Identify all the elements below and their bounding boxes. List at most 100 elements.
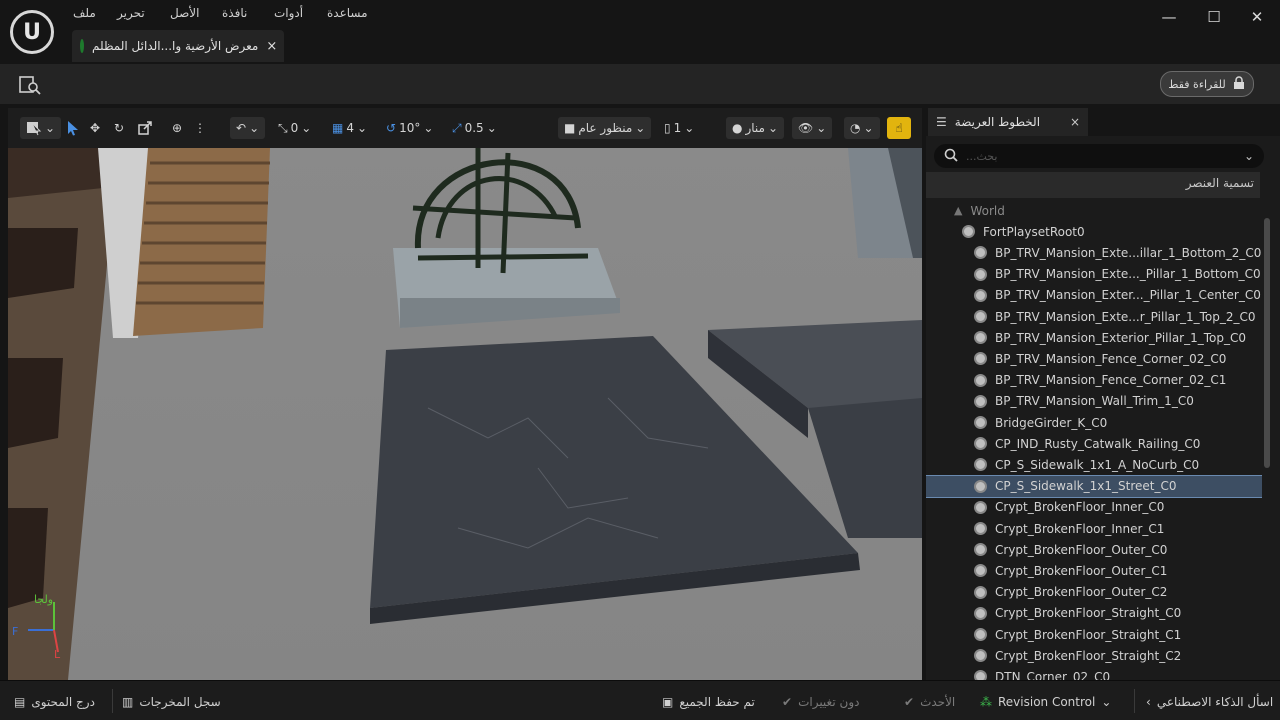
outliner-row-label: BP_TRV_Mansion_Wall_Trim_1_C0 xyxy=(995,394,1194,409)
level-tab[interactable]: معرض الأرضية وا...الدائل المظلم × xyxy=(72,30,284,62)
outliner-row-label: BP_TRV_Mansion_Fence_Corner_02_C1 xyxy=(995,373,1227,388)
outliner-tree: ▲ World FortPlaysetRoot0 BP_TRV_Mansion_Ext… xyxy=(926,200,1262,686)
outliner-row[interactable]: Crypt_BrokenFloor_Straight_C1 xyxy=(926,624,1262,645)
axis-x-label: F xyxy=(12,625,18,638)
outliner-row[interactable]: CP_IND_Rusty_Catwalk_Railing_C0 xyxy=(926,433,1262,454)
more-options-icon[interactable]: ⋮ xyxy=(194,117,206,139)
outliner-row[interactable]: BP_TRV_Mansion_Exte...illar_1_Bottom_2_C… xyxy=(926,242,1262,263)
outliner-row-label: Crypt_BrokenFloor_Straight_C2 xyxy=(995,648,1182,663)
close-tab-icon[interactable]: × xyxy=(266,39,277,54)
scale-tool-icon[interactable] xyxy=(138,117,152,139)
menu-help[interactable]: مساعدة xyxy=(327,6,368,20)
outliner-row[interactable]: BridgeGirder_K_C0 xyxy=(926,412,1262,433)
rotate-tool-icon[interactable]: ↻ xyxy=(114,117,124,139)
performance-button[interactable]: ◔ ⌄ xyxy=(844,117,880,139)
world-space-icon[interactable]: ⊕ xyxy=(172,117,182,139)
camera-speed-icon: ▯ xyxy=(664,121,671,135)
actor-icon xyxy=(974,437,987,451)
rotation-snap-button[interactable]: ↺ 10° ⌄ xyxy=(386,117,433,139)
show-flags-button[interactable]: 👁 ⌄ xyxy=(792,117,833,139)
save-all-label: تم حفظ الجميع xyxy=(679,695,755,709)
level-viewport[interactable]: ولجا F L xyxy=(8,108,922,680)
move-tool-icon[interactable]: ✥ xyxy=(90,117,100,139)
outliner-row[interactable]: Crypt_BrokenFloor_Outer_C0 xyxy=(926,539,1262,560)
outliner-row[interactable]: BP_TRV_Mansion_Wall_Trim_1_C0 xyxy=(926,391,1262,412)
grid-snap-button[interactable]: ⤡ 0 ⌄ xyxy=(278,117,311,139)
actor-icon xyxy=(974,394,987,408)
camera-speed-button[interactable]: ▯ 1 ⌄ xyxy=(664,117,694,139)
outliner-row[interactable]: BP_TRV_Mansion_Exter..._Pillar_1_Center_… xyxy=(926,285,1262,306)
lit-mode-button[interactable]: ● منار ⌄ xyxy=(726,117,785,139)
close-outliner-icon[interactable]: × xyxy=(1070,115,1080,129)
browse-level-icon[interactable] xyxy=(18,74,42,96)
column-header-label: تسمية العنصر xyxy=(1185,176,1254,190)
ai-assistant-label: اسأل الذكاء الاصطناعي xyxy=(1156,695,1274,709)
filter-chevron-icon[interactable]: ⌄ xyxy=(1244,149,1254,163)
outliner-row[interactable]: BP_TRV_Mansion_Exte...r_Pillar_1_Top_2_C… xyxy=(926,306,1262,327)
outliner-row-label: Crypt_BrokenFloor_Outer_C0 xyxy=(995,542,1168,557)
latest-button[interactable]: ✔ الأحدث xyxy=(904,692,955,712)
outliner-search-input[interactable]: بحث... ⌄ xyxy=(934,144,1264,168)
minimize-button[interactable]: — xyxy=(1158,6,1180,28)
outliner-row[interactable]: Crypt_BrokenFloor_Inner_C1 xyxy=(926,518,1262,539)
scale-snap-value: 0.5 xyxy=(464,121,484,135)
outliner-row[interactable]: Crypt_BrokenFloor_Outer_C1 xyxy=(926,560,1262,581)
select-tool-icon[interactable] xyxy=(66,117,80,139)
outliner-row[interactable]: Crypt_BrokenFloor_Straight_C2 xyxy=(926,645,1262,666)
chevron-down-icon: ⌄ xyxy=(684,121,695,135)
menu-asset[interactable]: الأصل xyxy=(170,6,199,20)
grid-size-value: 4 xyxy=(346,121,354,135)
menu-window[interactable]: نافذة xyxy=(222,6,247,20)
actor-icon xyxy=(974,649,987,663)
menu-tools[interactable]: أدوات xyxy=(274,6,303,20)
outliner-panel: ☰ الخطوط العريضة × بحث... ⌄ تسمية العنصر… xyxy=(926,108,1280,686)
perspective-button[interactable]: ■ منظور عام ⌄ xyxy=(558,117,652,139)
menu-edit[interactable]: تحرير xyxy=(117,6,145,20)
scale-snap-button[interactable]: ⤢ 0.5 ⌄ xyxy=(452,117,497,139)
outliner-row[interactable]: Crypt_BrokenFloor_Inner_C0 xyxy=(926,497,1262,518)
save-all-button[interactable]: ▣ تم حفظ الجميع xyxy=(662,692,755,712)
outliner-scrollbar[interactable] xyxy=(1264,218,1270,468)
pointer-icon: ☝ xyxy=(895,121,903,135)
close-window-button[interactable]: ✕ xyxy=(1246,6,1268,28)
outliner-row[interactable]: CP_S_Sidewalk_1x1_A_NoCurb_C0 xyxy=(926,454,1262,475)
outliner-row[interactable]: CP_S_Sidewalk_1x1_Street_C0 xyxy=(926,474,1262,498)
maximize-button[interactable]: ☐ xyxy=(1203,6,1225,28)
actor-icon xyxy=(974,585,987,599)
outliner-row-label: BridgeGirder_K_C0 xyxy=(995,415,1108,430)
realtime-toggle-button[interactable]: ☝ xyxy=(887,117,911,139)
outliner-row-label: Crypt_BrokenFloor_Straight_C0 xyxy=(995,606,1182,621)
outliner-row[interactable]: Crypt_BrokenFloor_Straight_C0 xyxy=(926,603,1262,624)
unreal-logo-icon[interactable]: U xyxy=(10,10,54,54)
content-drawer-button[interactable]: ▤ درج المحتوى xyxy=(14,692,95,712)
outliner-row[interactable]: ▲ World xyxy=(926,200,1262,221)
lit-mode-label: منار xyxy=(745,121,765,135)
surface-snap-button[interactable]: ↶ ⌄ xyxy=(230,117,266,139)
grid-size-button[interactable]: ▦ 4 ⌄ xyxy=(332,117,367,139)
output-log-button[interactable]: ▥ سجل المخرجات xyxy=(122,692,221,712)
outliner-row-label: BP_TRV_Mansion_Exterior_Pillar_1_Top_C0 xyxy=(995,330,1247,345)
outliner-row[interactable]: BP_TRV_Mansion_Fence_Corner_02_C1 xyxy=(926,370,1262,391)
chevron-down-icon: ⌄ xyxy=(356,121,368,135)
outliner-tab[interactable]: ☰ الخطوط العريضة × xyxy=(928,108,1088,136)
latest-label: الأحدث xyxy=(920,695,956,709)
revision-control-button[interactable]: ⁂ Revision Control ⌄ xyxy=(980,692,1111,712)
outliner-row[interactable]: BP_TRV_Mansion_Fence_Corner_02_C0 xyxy=(926,348,1262,369)
outliner-row-label: BP_TRV_Mansion_Fence_Corner_02_C0 xyxy=(995,351,1227,366)
viewport-toolbar: ⌄ ✥ ↻ ⊕ ⋮ ↶ ⌄ ⤡ 0 ⌄ ▦ 4 ⌄ ↺ 10° ⌄ ⤢ 0.5 … xyxy=(8,108,922,148)
actor-icon xyxy=(974,373,987,387)
ai-assistant-button[interactable]: ‹ اسأل الذكاء الاصطناعي xyxy=(1146,692,1273,712)
outliner-row[interactable]: BP_TRV_Mansion_Exterior_Pillar_1_Top_C0 xyxy=(926,327,1262,348)
output-log-label: سجل المخرجات xyxy=(139,695,221,709)
viewport-options-button[interactable]: ⌄ xyxy=(20,117,62,139)
surface-snap-icon: ↶ xyxy=(236,121,247,135)
outliner-row[interactable]: FortPlaysetRoot0 xyxy=(926,221,1262,242)
outliner-row[interactable]: Crypt_BrokenFloor_Outer_C2 xyxy=(926,582,1262,603)
item-label-column-header[interactable]: تسمية العنصر xyxy=(926,172,1260,198)
outliner-row[interactable]: BP_TRV_Mansion_Exte..._Pillar_1_Bottom_C… xyxy=(926,264,1262,285)
actor-icon xyxy=(974,564,987,578)
no-changes-button[interactable]: ✔ دون تغييرات xyxy=(782,692,859,712)
read-only-badge[interactable]: للقراءة فقط xyxy=(1160,71,1254,97)
menu-file[interactable]: ملف xyxy=(73,6,96,20)
divider xyxy=(112,689,113,713)
